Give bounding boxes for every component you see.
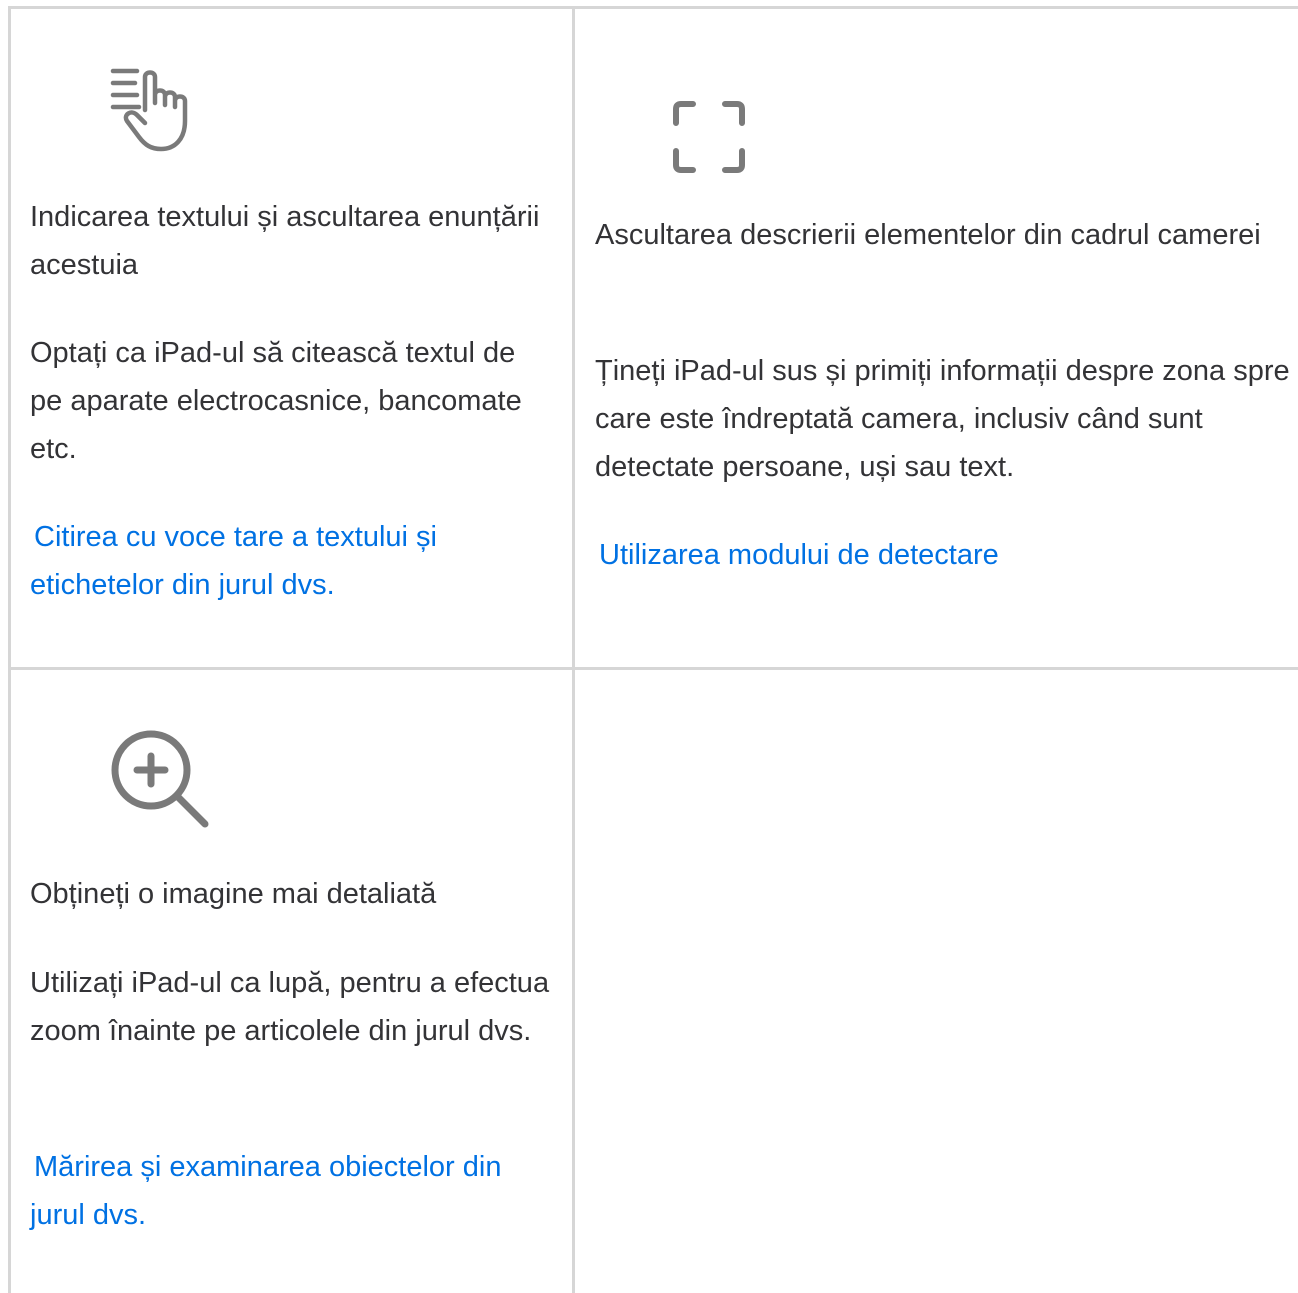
feature-card-detection-mode: Ascultarea descrierii elementelor din ca… — [575, 9, 1298, 667]
feature-title: Obțineți o imagine mai detaliată — [30, 878, 437, 910]
feature-card-magnifier: Obțineți o imagine mai detaliată Utiliza… — [11, 670, 572, 1293]
feature-description: Optați ca iPad-ul să citească textul de … — [30, 337, 522, 465]
feature-card-point-and-speak: Indicarea textului și ascultarea enunțăr… — [11, 9, 572, 667]
viewfinder-icon — [671, 99, 747, 180]
feature-title: Ascultarea descrierii elementelor din ca… — [595, 219, 1261, 251]
read-text-aloud-link[interactable]: Citirea cu voce tare a textului și etich… — [30, 513, 530, 609]
pointing-hand-text-icon — [109, 65, 213, 162]
empty-grid-cell — [575, 670, 1298, 1293]
feature-grid: Indicarea textului și ascultarea enunțăr… — [0, 0, 1298, 1293]
feature-description: Utilizați iPad-ul ca lupă, pentru a efec… — [30, 967, 550, 1047]
magnifier-plus-icon — [109, 728, 213, 837]
magnifier-link[interactable]: Mărirea și examinarea obiectelor din jur… — [30, 1143, 530, 1239]
feature-description: Țineți iPad-ul sus și primiți informații… — [595, 355, 1290, 483]
feature-title: Indicarea textului și ascultarea enunțăr… — [30, 201, 540, 281]
detection-mode-link[interactable]: Utilizarea modului de detectare — [595, 531, 1285, 579]
